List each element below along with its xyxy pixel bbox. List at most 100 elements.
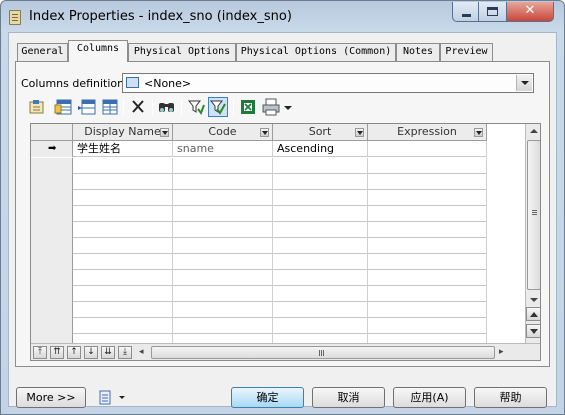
tab-notes[interactable]: Notes — [396, 43, 440, 61]
cell-expression[interactable] — [368, 141, 487, 157]
move-down-button[interactable]: ↓ — [84, 346, 98, 359]
grid-cell[interactable] — [273, 222, 368, 238]
grid-cell[interactable] — [173, 206, 273, 222]
grid-cell[interactable] — [73, 270, 173, 286]
horizontal-scroll-thumb[interactable] — [151, 346, 495, 359]
filter-icon[interactable] — [186, 97, 206, 117]
move-page-down-button[interactable]: ⇊ — [101, 346, 115, 359]
row-header[interactable] — [31, 254, 73, 270]
table-row[interactable] — [31, 158, 487, 174]
grid-cell[interactable] — [73, 238, 173, 254]
scroll-down-icon[interactable] — [526, 292, 540, 308]
grid-cell[interactable] — [368, 286, 487, 302]
row-header[interactable] — [31, 270, 73, 286]
grid-cell[interactable] — [368, 190, 487, 206]
table-row[interactable]: ➡ 学生姓名 sname Ascending — [31, 141, 487, 157]
insert-row-icon[interactable] — [77, 97, 97, 117]
header-display-name[interactable]: Display Name — [73, 124, 173, 141]
chevron-down-icon[interactable] — [260, 128, 269, 137]
grid-cell[interactable] — [273, 254, 368, 270]
grid-cell[interactable] — [368, 318, 487, 334]
move-page-up-button[interactable]: ⇈ — [50, 346, 64, 359]
layout-tool[interactable] — [97, 388, 129, 408]
table-row[interactable] — [31, 302, 487, 318]
scroll-left-icon[interactable]: ◂ — [139, 347, 144, 357]
table-row[interactable] — [31, 286, 487, 302]
grid-cell[interactable] — [73, 190, 173, 206]
grid-cell[interactable] — [273, 190, 368, 206]
maximize-button[interactable] — [479, 2, 507, 22]
grid-cell[interactable] — [368, 302, 487, 318]
grid-cell[interactable] — [73, 158, 173, 174]
close-button[interactable]: ✕ — [507, 2, 554, 22]
table-row[interactable] — [31, 254, 487, 270]
table-row[interactable] — [31, 238, 487, 254]
more-button[interactable]: More >> — [16, 387, 86, 408]
apply-button[interactable]: 应用(A) — [393, 387, 466, 408]
grid-cell[interactable] — [73, 254, 173, 270]
row-header[interactable] — [31, 174, 73, 190]
table-row[interactable] — [31, 318, 487, 334]
scroll-right-icon[interactable]: ▸ — [499, 347, 504, 357]
move-to-bottom-button[interactable] — [526, 324, 540, 338]
move-up-button[interactable]: ↑ — [67, 346, 81, 359]
grid-cell[interactable] — [173, 238, 273, 254]
tab-physical-options-common[interactable]: Physical Options (Common) — [236, 43, 396, 61]
delete-icon[interactable] — [128, 97, 148, 117]
grid-cell[interactable] — [173, 174, 273, 190]
cell-display-name[interactable]: 学生姓名 — [73, 141, 173, 157]
grid-cell[interactable] — [273, 318, 368, 334]
grid-cell[interactable] — [73, 206, 173, 222]
scroll-up-icon[interactable] — [526, 124, 540, 140]
tab-preview[interactable]: Preview — [440, 43, 493, 61]
cancel-button[interactable]: 取消 — [312, 387, 385, 408]
grid-cell[interactable] — [173, 286, 273, 302]
vertical-scrollbar[interactable] — [525, 124, 540, 343]
grid-cell[interactable] — [368, 270, 487, 286]
scroll-thumb[interactable] — [527, 140, 540, 290]
grid-cell[interactable] — [273, 238, 368, 254]
grid-cell[interactable] — [173, 254, 273, 270]
grid-cell[interactable] — [173, 222, 273, 238]
move-first-button[interactable]: ⤒ — [33, 346, 47, 359]
grid-cell[interactable] — [173, 270, 273, 286]
grid-cell[interactable] — [73, 318, 173, 334]
row-header[interactable] — [31, 318, 73, 334]
grid-cell[interactable] — [173, 158, 273, 174]
tab-physical-options[interactable]: Physical Options — [128, 43, 236, 61]
header-sort[interactable]: Sort — [273, 124, 368, 141]
row-header[interactable] — [31, 206, 73, 222]
add-columns-icon[interactable] — [54, 97, 74, 117]
tab-general[interactable]: General — [17, 43, 68, 61]
grid-cell[interactable] — [368, 174, 487, 190]
grid-cell[interactable] — [273, 286, 368, 302]
row-header[interactable] — [31, 158, 73, 174]
help-button[interactable]: 帮助 — [474, 387, 547, 408]
add-row-icon[interactable] — [99, 97, 119, 117]
move-to-top-button[interactable] — [526, 307, 540, 321]
grid-cell[interactable] — [368, 238, 487, 254]
chevron-down-icon[interactable] — [282, 97, 294, 117]
chevron-down-icon[interactable] — [160, 128, 169, 137]
grid-cell[interactable] — [73, 174, 173, 190]
row-header[interactable]: ➡ — [31, 141, 73, 157]
grid-cell[interactable] — [73, 286, 173, 302]
grid-cell[interactable] — [273, 270, 368, 286]
grid-cell[interactable] — [368, 158, 487, 174]
row-header[interactable] — [31, 302, 73, 318]
cell-code[interactable]: sname — [173, 141, 273, 157]
grid-cell[interactable] — [173, 190, 273, 206]
print-icon[interactable] — [261, 97, 281, 117]
row-header[interactable] — [31, 286, 73, 302]
header-code[interactable]: Code — [173, 124, 273, 141]
row-header[interactable] — [31, 238, 73, 254]
minimize-button[interactable] — [452, 2, 479, 22]
grid-cell[interactable] — [273, 206, 368, 222]
tab-columns[interactable]: Columns — [68, 40, 128, 62]
filter-active-icon[interactable] — [208, 97, 228, 117]
grid-cell[interactable] — [273, 158, 368, 174]
ok-button[interactable]: 确定 — [231, 387, 304, 408]
row-header[interactable] — [31, 222, 73, 238]
grid-cell[interactable] — [73, 222, 173, 238]
table-row[interactable] — [31, 174, 487, 190]
